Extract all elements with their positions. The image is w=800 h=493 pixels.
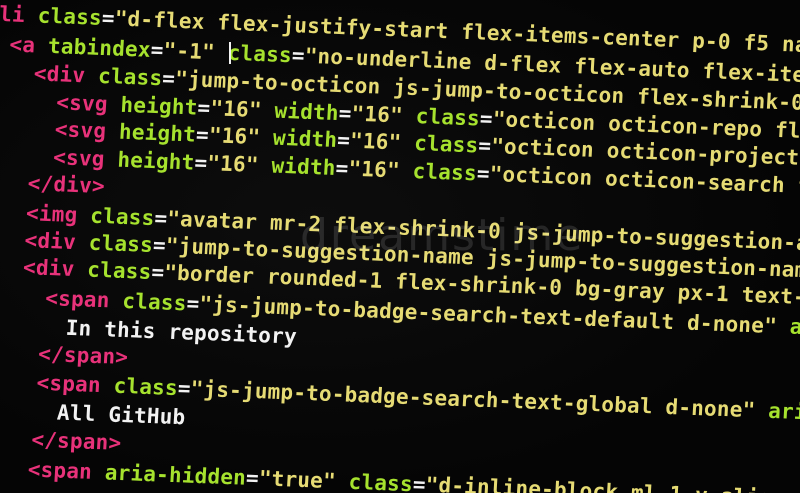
code-token: </span> bbox=[30, 427, 123, 455]
code-token: <div bbox=[33, 61, 99, 88]
code-line: </span> bbox=[38, 342, 129, 369]
code-token: "16" bbox=[209, 96, 276, 123]
code-token: <div bbox=[23, 228, 90, 255]
code-token: All GitHub bbox=[56, 400, 187, 430]
code-line: </span> bbox=[31, 428, 122, 455]
code-token: class bbox=[97, 63, 163, 91]
code-token: class bbox=[415, 104, 481, 131]
code-token: </span> bbox=[37, 341, 129, 370]
code-token: tabindex bbox=[47, 33, 152, 62]
code-token: class bbox=[113, 373, 179, 401]
code-token: </div> bbox=[27, 171, 106, 199]
code-token: <a bbox=[8, 32, 49, 58]
code-token: height bbox=[118, 119, 197, 147]
code-token: class bbox=[227, 40, 293, 68]
code-token: class bbox=[121, 288, 188, 316]
code-token: <span bbox=[27, 457, 106, 485]
code-token: <img bbox=[25, 201, 91, 228]
code-token: aria-label bbox=[789, 314, 800, 344]
code-token: "16" bbox=[350, 101, 417, 129]
code-token: class bbox=[413, 131, 480, 158]
code-token: "d-inline-block ml-1 v-align-middle"> bbox=[425, 473, 800, 493]
code-token: "js-jump-to-badge-search-text-global d-n… bbox=[190, 376, 769, 423]
code-token: height bbox=[119, 92, 199, 120]
code-token: class bbox=[348, 469, 414, 493]
code-token: aria-label= bbox=[767, 398, 800, 429]
code-token: <span bbox=[36, 370, 115, 398]
code-token: <svg bbox=[52, 145, 119, 172]
code-token: "16" bbox=[349, 128, 415, 155]
code-token: aria-hidden bbox=[104, 460, 247, 490]
code-token: "16" bbox=[206, 151, 273, 178]
code-line: All GitHub bbox=[56, 401, 186, 430]
code-line: <span aria-hidden="true" class="d-inline… bbox=[27, 457, 800, 493]
code-token: "-1" bbox=[162, 38, 229, 65]
code-editor: li class="d-flex flex-justify-start flex… bbox=[0, 0, 800, 493]
code-token: li bbox=[0, 1, 39, 28]
code-line: </div> bbox=[27, 171, 105, 198]
code-token: class bbox=[86, 257, 153, 284]
code-token: "16" bbox=[347, 156, 414, 183]
code-token: height bbox=[116, 147, 196, 175]
code-token: class bbox=[37, 3, 103, 30]
code-token: <svg bbox=[55, 90, 122, 117]
code-token: width bbox=[273, 98, 340, 126]
code-token: "16" bbox=[208, 123, 274, 150]
code-token: <svg bbox=[54, 117, 120, 144]
text-cursor bbox=[229, 42, 231, 64]
code-token: class bbox=[88, 230, 154, 258]
code-token: "true" bbox=[258, 466, 350, 493]
code-token: <span bbox=[44, 285, 124, 313]
code-token: <div bbox=[22, 255, 88, 282]
code-token: class bbox=[89, 203, 156, 231]
code-token: width bbox=[270, 153, 337, 180]
code-token: width bbox=[272, 125, 338, 153]
code-token: class bbox=[411, 158, 478, 186]
